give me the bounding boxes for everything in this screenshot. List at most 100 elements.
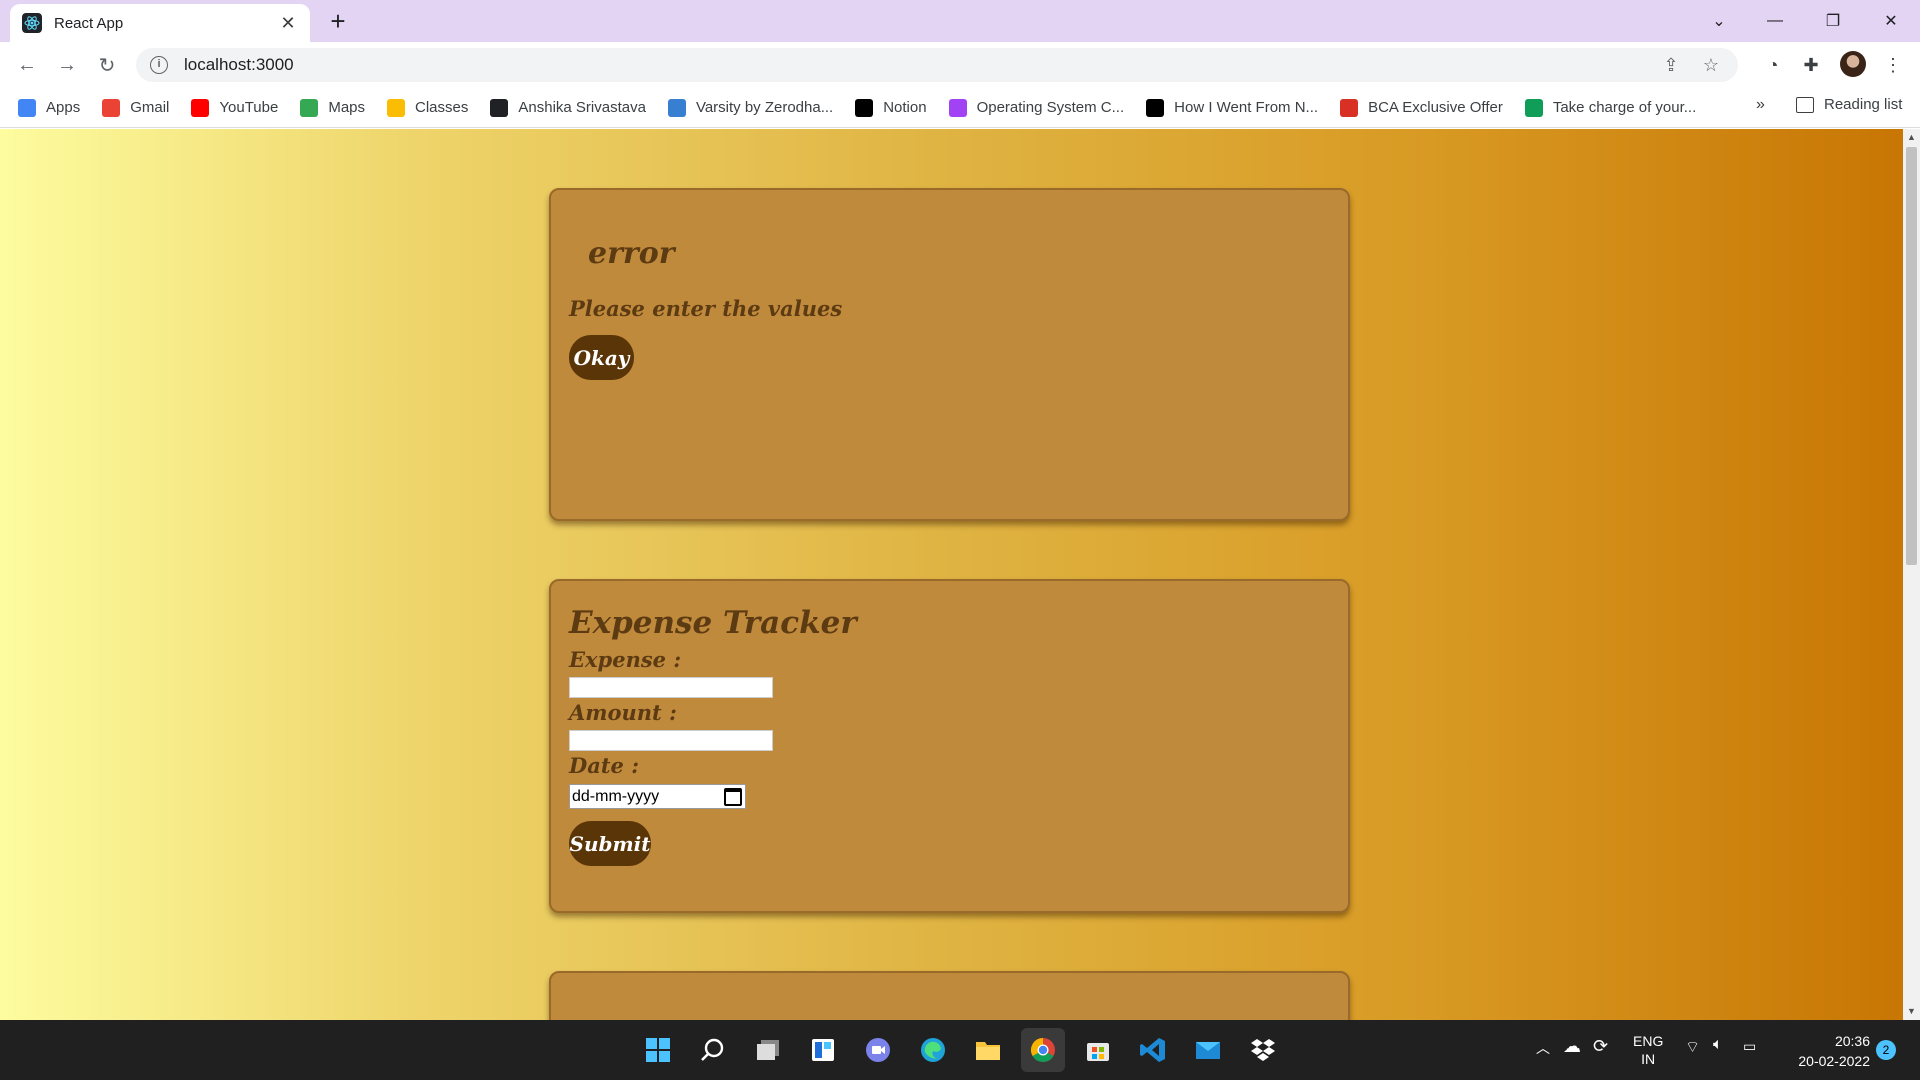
mail-icon[interactable] <box>1186 1028 1230 1072</box>
new-tab-button[interactable]: + <box>322 6 354 38</box>
language-code: ENG <box>1633 1033 1664 1049</box>
search-icon[interactable] <box>691 1028 735 1072</box>
bookmark-label: Classes <box>415 99 469 116</box>
site-info-icon[interactable]: i <box>150 56 168 74</box>
expense-label: Expense : <box>569 647 682 672</box>
region-code: IN <box>1641 1051 1656 1067</box>
browser-toolbar: ← → ↻ i localhost:3000 ⇪ ☆ ◔ ✚ ⋮ <box>0 42 1920 88</box>
reading-list-label: Reading list <box>1824 96 1903 113</box>
ms-store-icon[interactable] <box>1076 1028 1120 1072</box>
bookmark-label: BCA Exclusive Offer <box>1368 99 1503 116</box>
bookmark-star-icon[interactable]: ☆ <box>1698 55 1724 76</box>
dropbox-icon[interactable] <box>1241 1028 1285 1072</box>
bookmark-label: Take charge of your... <box>1552 99 1697 116</box>
clock-date: 20-02-2022 <box>1798 1053 1870 1069</box>
bookmark-item[interactable]: Maps <box>300 98 366 117</box>
address-bar[interactable]: i localhost:3000 ⇪ ☆ <box>136 48 1738 82</box>
bookmark-label: Anshika Srivastava <box>518 99 646 116</box>
more-bookmarks-icon[interactable]: » <box>1756 96 1765 114</box>
bookmark-item[interactable]: Notion <box>855 98 927 117</box>
bookmark-item[interactable]: Operating System C... <box>948 98 1124 117</box>
start-icon[interactable] <box>636 1028 680 1072</box>
maps-icon <box>300 98 319 117</box>
edge-icon[interactable] <box>911 1028 955 1072</box>
scroll-thumb[interactable] <box>1906 147 1917 565</box>
bookmark-item[interactable]: Take charge of your... <box>1524 98 1697 117</box>
bookmark-item[interactable]: Anshika Srivastava <box>490 98 646 117</box>
menu-icon[interactable]: ⋮ <box>1880 52 1906 78</box>
error-modal: error Please enter the values Okay <box>549 188 1350 521</box>
battery-icon[interactable]: ▭ <box>1743 1038 1756 1055</box>
bookmark-item[interactable]: How I Went From N... <box>1146 98 1319 117</box>
date-label: Date : <box>569 753 639 778</box>
bookmark-label: How I Went From N... <box>1174 99 1319 116</box>
offer-icon <box>1340 98 1359 117</box>
bookmark-item[interactable]: Apps <box>18 98 81 117</box>
tab-react-app[interactable]: React App ✕ <box>10 4 310 42</box>
show-hidden-icons[interactable]: ︿ <box>1536 1038 1550 1058</box>
drive-icon <box>1524 98 1543 117</box>
tab-search-icon[interactable]: ⌄ <box>1690 0 1748 42</box>
notion-icon <box>855 98 874 117</box>
share-icon[interactable]: ⇪ <box>1658 55 1684 76</box>
language-indicator[interactable]: ENG IN <box>1633 1032 1663 1068</box>
expense-list-card <box>549 971 1350 1020</box>
scroll-down-icon[interactable]: ▼ <box>1903 1003 1920 1020</box>
m-icon <box>948 98 967 117</box>
bookmark-label: Maps <box>328 99 366 116</box>
restore-button[interactable]: ❐ <box>1804 0 1862 42</box>
reading-list-button[interactable]: Reading list <box>1796 96 1902 113</box>
bookmark-label: Notion <box>883 99 927 116</box>
performance-icon[interactable]: ◔ <box>1760 52 1786 78</box>
tab-strip: React App ✕ + ⌄ — ❐ ✕ <box>0 0 1920 42</box>
close-window-button[interactable]: ✕ <box>1862 0 1920 42</box>
bookmark-item[interactable]: Classes <box>387 98 469 117</box>
chrome-icon[interactable] <box>1021 1028 1065 1072</box>
medium-icon <box>1146 98 1165 117</box>
form-title: Expense Tracker <box>569 605 857 641</box>
profile-avatar[interactable] <box>1840 51 1866 77</box>
amount-input[interactable] <box>569 730 773 751</box>
wifi-icon[interactable]: ⌔ <box>1685 1037 1700 1057</box>
bookmark-item[interactable]: Gmail <box>102 98 170 117</box>
page-scrollbar[interactable]: ▲ ▼ <box>1903 129 1920 1020</box>
expense-form-card: Expense Tracker Expense : Amount : Date … <box>549 579 1350 913</box>
expense-input[interactable] <box>569 677 773 698</box>
tab-title: React App <box>54 14 124 32</box>
globe-icon <box>490 98 509 117</box>
bookmark-item[interactable]: Varsity by Zerodha... <box>667 98 833 117</box>
clock[interactable]: 20:36 20-02-2022 <box>1770 1031 1870 1071</box>
volume-icon[interactable]: 🔈︎ <box>1713 1036 1723 1054</box>
onedrive-icon[interactable]: ☁ <box>1563 1036 1581 1057</box>
submit-button[interactable]: Submit <box>569 821 651 866</box>
bookmark-label: Apps <box>46 99 81 116</box>
bookmark-item[interactable]: BCA Exclusive Offer <box>1340 98 1503 117</box>
clock-time: 20:36 <box>1834 1033 1870 1049</box>
okay-button[interactable]: Okay <box>569 335 634 380</box>
forward-icon[interactable]: → <box>52 50 82 80</box>
error-title: error <box>588 236 675 271</box>
file-explorer-icon[interactable] <box>966 1028 1010 1072</box>
vscode-icon[interactable] <box>1131 1028 1175 1072</box>
widgets-icon[interactable] <box>801 1028 845 1072</box>
reload-icon[interactable]: ↻ <box>92 50 122 80</box>
back-icon[interactable]: ← <box>12 50 42 80</box>
gmail-icon <box>102 98 121 117</box>
date-input[interactable]: dd-mm-yyyy <box>569 784 746 809</box>
error-message: Please enter the values <box>569 296 843 321</box>
sync-icon[interactable]: ⟳ <box>1593 1036 1608 1057</box>
task-view-icon[interactable] <box>746 1028 790 1072</box>
extensions-icon[interactable]: ✚ <box>1798 52 1824 78</box>
minimize-button[interactable]: — <box>1746 0 1804 42</box>
notification-badge[interactable]: 2 <box>1876 1040 1896 1060</box>
page-viewport: error Please enter the values Okay Expen… <box>0 129 1903 1020</box>
teams-chat-icon[interactable] <box>856 1028 900 1072</box>
bookmark-label: Gmail <box>130 99 170 116</box>
bookmark-item[interactable]: YouTube <box>191 98 278 117</box>
react-icon <box>22 13 42 33</box>
close-tab-icon[interactable]: ✕ <box>278 13 298 34</box>
calendar-icon[interactable] <box>724 787 742 806</box>
scroll-up-icon[interactable]: ▲ <box>1903 129 1920 146</box>
bookmarks-bar: Apps Gmail YouTube Maps Classes Anshika Sriva… <box>0 88 1920 128</box>
windows-taskbar <box>0 1020 1920 1080</box>
